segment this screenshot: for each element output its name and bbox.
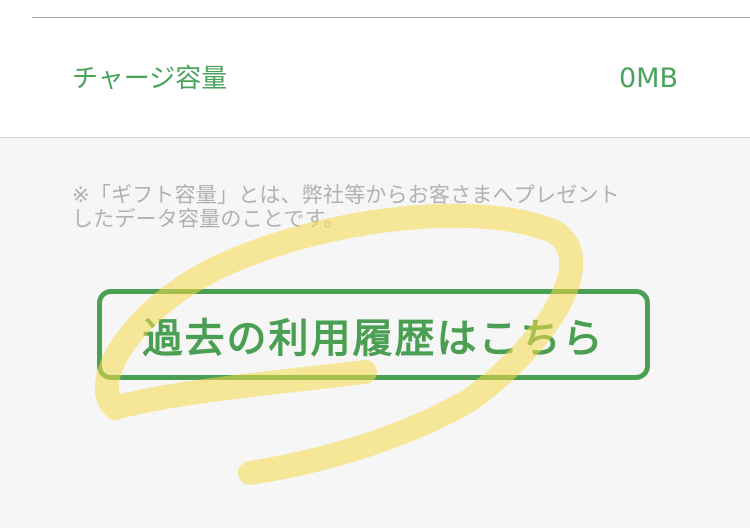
gift-capacity-note: ※「ギフト容量」とは、弊社等からお客さまへプレゼント したデータ容量のことです。 xyxy=(72,183,692,231)
charge-capacity-label: チャージ容量 xyxy=(72,64,228,94)
charge-capacity-card: チャージ容量 0MB xyxy=(0,0,750,138)
note-line-1: ※「ギフト容量」とは、弊社等からお客さまへプレゼント xyxy=(72,183,620,207)
note-line-2: したデータ容量のことです。 xyxy=(72,207,345,231)
usage-history-button-label: 過去の利用履歴はこちら xyxy=(142,315,605,362)
divider xyxy=(32,17,750,18)
usage-history-button[interactable]: 過去の利用履歴はこちら xyxy=(97,289,650,380)
charge-capacity-value: 0MB xyxy=(619,63,678,94)
